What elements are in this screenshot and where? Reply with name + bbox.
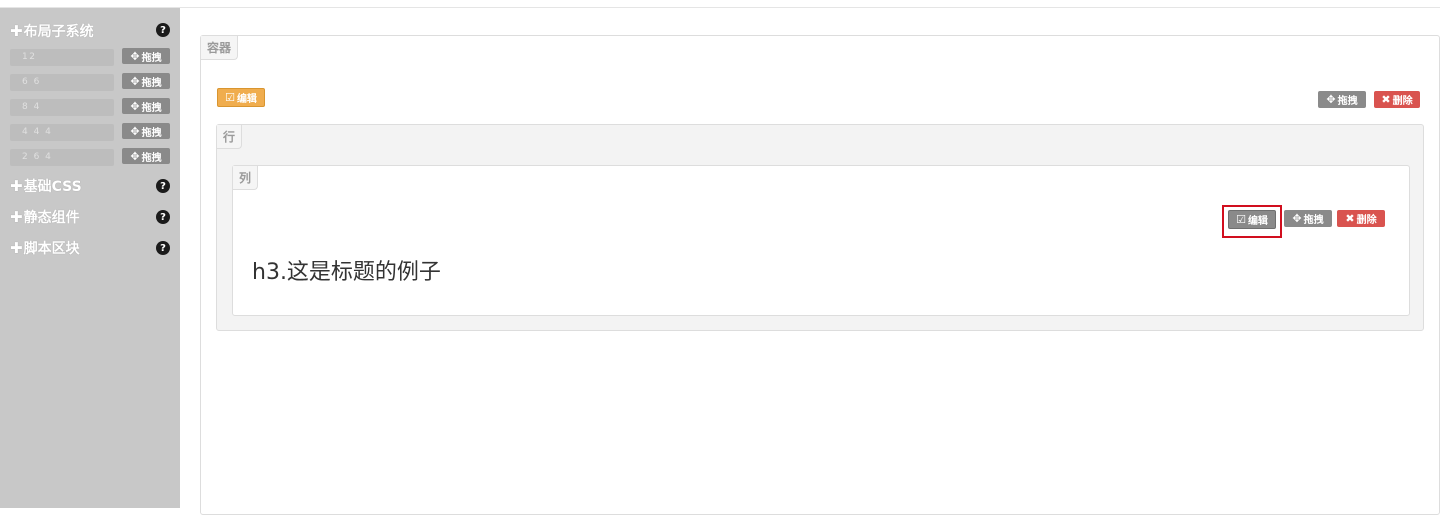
move-icon: ✥ <box>130 99 140 113</box>
sidebar: ✚ 布局子系统 ? 12 ✥ 拖拽 6 6 ✥ 拖拽 8 4 ✥ 拖拽 4 4 … <box>0 8 180 508</box>
nav-label: 脚本区块 <box>23 241 80 257</box>
edit-icon: ☑ <box>225 91 235 104</box>
column-drag-button[interactable]: ✥ 拖拽 <box>1284 210 1332 227</box>
question-circle-icon[interactable]: ? <box>156 210 170 224</box>
drag-button[interactable]: ✥ 拖拽 <box>122 98 170 114</box>
drag-button[interactable]: ✥ 拖拽 <box>122 73 170 89</box>
move-icon: ✥ <box>1326 93 1336 106</box>
drag-button[interactable]: ✥ 拖拽 <box>122 48 170 64</box>
question-circle-icon[interactable]: ? <box>156 241 170 255</box>
nav-label: 基础CSS <box>23 179 82 195</box>
layout-preview-12[interactable]: 12 <box>10 49 114 66</box>
layout-preview-8-4[interactable]: 8 4 <box>10 99 114 116</box>
move-icon: ✥ <box>130 49 140 63</box>
layout-preview-2-6-4[interactable]: 2 6 4 <box>10 149 114 166</box>
edit-icon: ☑ <box>1236 213 1246 226</box>
container-block[interactable]: 容器 ☑ 编辑 ✥ 拖拽 ✖ 删除 行 列 ☑ 编辑 ✥ 拖拽 ✖ 删除 h3.… <box>200 35 1440 515</box>
container-tag: 容器 <box>201 36 239 60</box>
nav-script-blocks[interactable]: ✚ 脚本区块 <box>10 238 80 258</box>
plus-icon: ✚ <box>10 177 23 195</box>
nav-layout-system[interactable]: ✚ 布局子系统 <box>10 21 94 41</box>
column-block[interactable]: 列 ☑ 编辑 ✥ 拖拽 ✖ 删除 h3.这是标题的例子 <box>232 165 1410 316</box>
move-icon: ✥ <box>130 124 140 138</box>
container-drag-button[interactable]: ✥ 拖拽 <box>1318 91 1366 108</box>
plus-icon: ✚ <box>10 239 23 257</box>
plus-icon: ✚ <box>10 22 23 40</box>
column-tag: 列 <box>233 166 259 190</box>
top-bar <box>0 0 1440 8</box>
move-icon: ✥ <box>1292 212 1302 225</box>
heading-example: h3.这是标题的例子 <box>252 260 441 285</box>
row-block[interactable]: 行 列 ☑ 编辑 ✥ 拖拽 ✖ 删除 h3.这是标题的例子 <box>216 124 1424 331</box>
row-tag: 行 <box>217 125 243 149</box>
nav-static-components[interactable]: ✚ 静态组件 <box>10 207 80 227</box>
layout-preview-4-4-4[interactable]: 4 4 4 <box>10 124 114 141</box>
plus-icon: ✚ <box>10 208 23 226</box>
layout-preview-6-6[interactable]: 6 6 <box>10 74 114 91</box>
drag-button[interactable]: ✥ 拖拽 <box>122 123 170 139</box>
question-circle-icon[interactable]: ? <box>156 23 170 37</box>
drag-button[interactable]: ✥ 拖拽 <box>122 148 170 164</box>
container-edit-button[interactable]: ☑ 编辑 <box>217 88 265 107</box>
nav-label: 布局子系统 <box>23 24 94 40</box>
nav-base-css[interactable]: ✚ 基础CSS <box>10 176 82 196</box>
move-icon: ✥ <box>130 149 140 163</box>
question-circle-icon[interactable]: ? <box>156 179 170 193</box>
container-delete-button[interactable]: ✖ 删除 <box>1374 91 1420 108</box>
remove-icon: ✖ <box>1345 212 1355 225</box>
nav-label: 静态组件 <box>23 210 80 226</box>
remove-icon: ✖ <box>1381 93 1391 106</box>
move-icon: ✥ <box>130 74 140 88</box>
column-edit-button[interactable]: ☑ 编辑 <box>1228 210 1276 229</box>
column-delete-button[interactable]: ✖ 删除 <box>1337 210 1385 227</box>
